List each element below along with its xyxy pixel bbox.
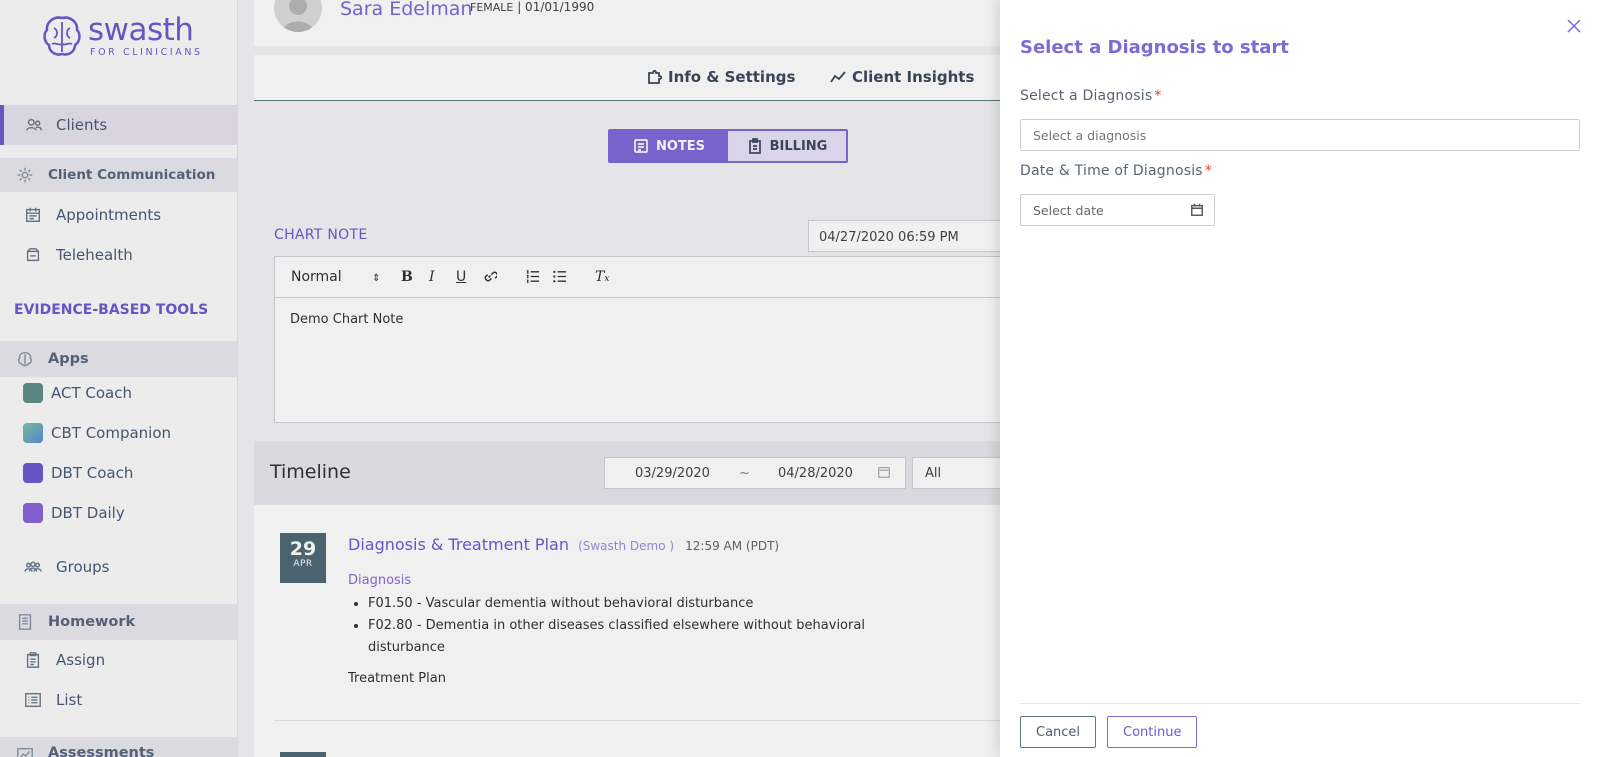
modal-backdrop[interactable]	[0, 0, 1000, 757]
diagnosis-date-picker[interactable]: Select date	[1020, 194, 1215, 226]
diagnosis-field-label: Select a Diagnosis *	[1020, 88, 1162, 104]
diagnosis-select[interactable]	[1020, 119, 1580, 151]
diagnosis-label-text: Select a Diagnosis	[1020, 88, 1153, 104]
date-field-label: Date & Time of Diagnosis *	[1020, 163, 1212, 179]
continue-button[interactable]: Continue	[1107, 716, 1198, 748]
close-icon	[1567, 19, 1581, 33]
drawer-title: Select a Diagnosis to start	[1020, 37, 1289, 58]
close-button[interactable]	[1567, 18, 1585, 36]
calendar-icon	[1191, 203, 1203, 216]
cancel-button[interactable]: Cancel	[1020, 716, 1097, 748]
drawer-footer-divider	[1020, 703, 1580, 704]
required-mark: *	[1154, 88, 1162, 104]
required-mark: *	[1204, 163, 1212, 179]
diagnosis-drawer: Select a Diagnosis to start Select a Dia…	[1000, 0, 1600, 757]
date-label-text: Date & Time of Diagnosis	[1020, 163, 1203, 179]
date-placeholder: Select date	[1033, 203, 1104, 218]
